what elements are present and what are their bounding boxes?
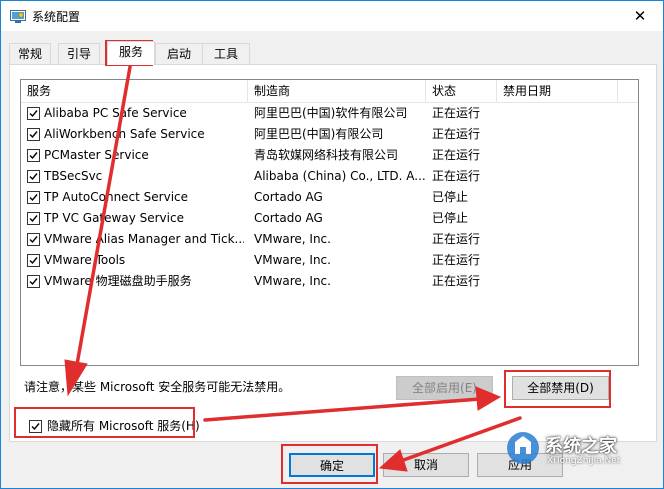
watermark-subtext: XiTongZhiJia.Net: [547, 456, 621, 466]
arrow-disable-to-ok: [396, 416, 522, 464]
tab-services[interactable]: 服务: [107, 41, 155, 65]
annotation-arrows: [64, 65, 522, 472]
arrow-tab-to-checkbox: [74, 65, 132, 372]
tab-label: 服务: [118, 45, 143, 59]
watermark-text: 系统之家: [545, 436, 617, 457]
arrow-head: [378, 449, 408, 472]
arrow-head: [475, 386, 502, 411]
arrow-head: [64, 359, 88, 397]
site-watermark: 系统之家 XiTongZhiJia.Net: [505, 418, 655, 476]
arrow-checkbox-to-disable: [203, 397, 482, 422]
